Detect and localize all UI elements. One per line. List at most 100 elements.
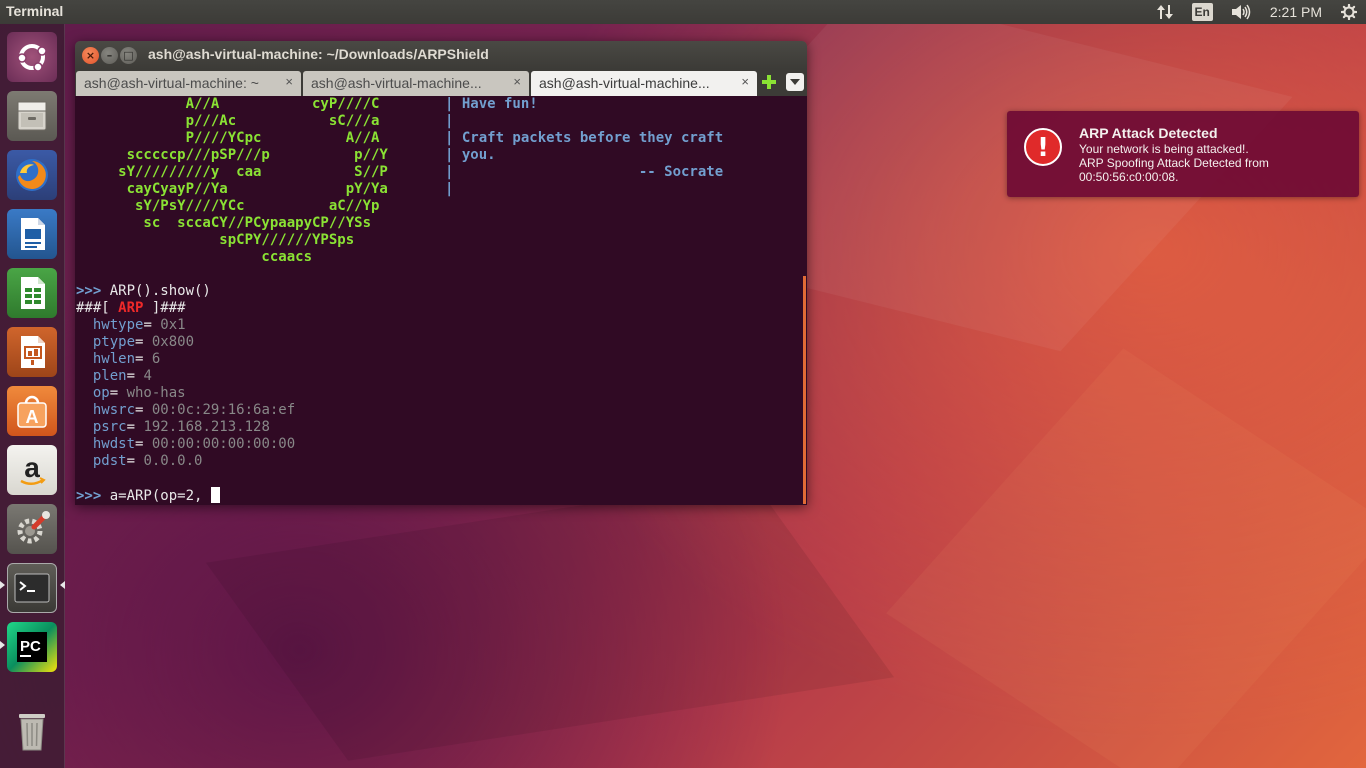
field-value: 0.0.0.0: [143, 453, 203, 469]
command-line-1: >>> ARP().show(): [76, 283, 211, 300]
arp-attack-notification: ! ARP Attack Detected Your network is be…: [1007, 111, 1359, 197]
arp-field-line: op= who-has: [76, 385, 186, 402]
banner-quote-line: | Have fun!: [445, 96, 538, 112]
volume-icon[interactable]: [1222, 0, 1260, 24]
header-suffix: ]###: [143, 300, 186, 316]
trash-icon[interactable]: [7, 707, 57, 757]
maximize-icon: □: [123, 49, 134, 62]
software-center-letter: A: [26, 407, 39, 427]
notification-body-line: ARP Spoofing Attack Detected from: [1079, 156, 1269, 170]
wallpaper-shard: [205, 479, 895, 761]
amazon-letter: a: [24, 452, 40, 483]
files-icon[interactable]: [7, 91, 57, 141]
tab-bar: ash@ash-virtual-machine: ~ × ash@ash-vir…: [75, 69, 807, 96]
banner-art-line: spCPY//////YPSps: [76, 232, 405, 248]
field-key: psrc: [92, 419, 127, 435]
field-value: 0x800: [151, 334, 195, 350]
amazon-icon[interactable]: a: [7, 445, 57, 495]
banner-art-line: sY/////////y caa S//P: [76, 164, 405, 180]
prompt: >>>: [76, 488, 110, 504]
focus-indicator: [60, 581, 65, 589]
close-icon: ×: [85, 49, 96, 62]
minimize-icon: –: [106, 49, 113, 62]
libreoffice-writer-icon[interactable]: [7, 209, 57, 259]
field-key: plen: [92, 368, 127, 384]
arp-field-line: pdst= 0.0.0.0: [76, 453, 203, 470]
keyboard-layout-indicator[interactable]: En: [1183, 0, 1222, 24]
active-app-title[interactable]: Terminal: [6, 3, 63, 19]
keyboard-layout-label: En: [1191, 3, 1213, 21]
banner-art-line: scccccp///pSP///p p//Y: [76, 147, 405, 163]
tab-label: ash@ash-virtual-machine...: [539, 75, 710, 91]
arp-field-line: plen= 4: [76, 368, 152, 385]
notification-body-line: Your network is being attacked!.: [1079, 142, 1249, 156]
running-indicator: [0, 641, 5, 649]
plus-icon: [762, 75, 776, 89]
field-value: 00:00:00:00:00:00: [151, 436, 296, 452]
libreoffice-calc-icon[interactable]: [7, 268, 57, 318]
field-value: 4: [143, 368, 152, 384]
tab-close-icon[interactable]: ×: [513, 74, 521, 89]
tab-label: ash@ash-virtual-machine...: [311, 75, 482, 91]
banner-art-line: ccaacs: [76, 249, 405, 265]
banner-quote-line: | you.: [445, 147, 496, 163]
window-maximize-button[interactable]: □: [120, 47, 137, 64]
tab-menu-button[interactable]: [786, 73, 804, 91]
field-key: op: [92, 385, 110, 401]
window-minimize-button[interactable]: –: [101, 47, 118, 64]
libreoffice-impress-icon[interactable]: [7, 327, 57, 377]
arp-field-line: ptype= 0x800: [76, 334, 194, 351]
command-input[interactable]: a=ARP(op=2,: [110, 488, 211, 504]
field-key: hwsrc: [92, 402, 136, 418]
banner-art-line: cayCyayP//Ya pY/Ya: [76, 181, 405, 197]
launcher: A a PC: [0, 24, 65, 768]
notification-body-line: 00:50:56:c0:00:08.: [1079, 170, 1179, 184]
window-close-button[interactable]: ×: [82, 47, 99, 64]
running-indicator: [0, 581, 5, 589]
field-value: 192.168.213.128: [143, 419, 270, 435]
pycharm-icon[interactable]: PC: [7, 622, 57, 672]
pycharm-letters: PC: [20, 638, 41, 655]
field-equals: =: [135, 351, 152, 367]
layer-name: ARP: [118, 300, 144, 316]
tab-close-icon[interactable]: ×: [741, 74, 749, 89]
tab-1[interactable]: ash@ash-virtual-machine: ~ ×: [76, 71, 301, 96]
arp-header-line: ###[ ARP ]###: [76, 300, 186, 317]
field-key: hwdst: [92, 436, 136, 452]
field-value: who-has: [126, 385, 186, 401]
tab-2[interactable]: ash@ash-virtual-machine... ×: [303, 71, 529, 96]
software-center-icon[interactable]: A: [7, 386, 57, 436]
tab-3-active[interactable]: ash@ash-virtual-machine... ×: [531, 71, 757, 96]
field-key: hwtype: [92, 317, 144, 333]
clock[interactable]: 2:21 PM: [1260, 0, 1332, 24]
field-equals: =: [135, 334, 152, 350]
terminal-output[interactable]: A//A cyP////C p///Ac sC///a P////YCpc A/…: [75, 96, 807, 505]
chevron-down-icon: [790, 79, 800, 85]
field-value: 0x1: [160, 317, 186, 333]
banner-art-line: P////YCpc A//A: [76, 130, 405, 146]
system-settings-gear-icon[interactable]: [1332, 0, 1366, 24]
system-settings-icon[interactable]: [7, 504, 57, 554]
field-equals: =: [143, 317, 161, 333]
tab-close-icon[interactable]: ×: [285, 74, 293, 89]
terminal-icon[interactable]: [7, 563, 57, 613]
field-key: hwlen: [92, 351, 136, 367]
notification-title: ARP Attack Detected: [1079, 125, 1218, 141]
command-text: ARP().show(): [109, 283, 211, 299]
command-line-2[interactable]: >>> a=ARP(op=2,: [76, 487, 220, 504]
tab-label: ash@ash-virtual-machine: ~: [84, 75, 259, 91]
network-updown-icon[interactable]: [1147, 0, 1183, 24]
firefox-icon[interactable]: [7, 150, 57, 200]
field-equals: =: [109, 385, 127, 401]
new-tab-button[interactable]: [760, 73, 778, 91]
field-key: ptype: [92, 334, 136, 350]
scrollbar[interactable]: [803, 276, 806, 504]
window-title: ash@ash-virtual-machine: ~/Downloads/ARP…: [148, 46, 489, 62]
ubuntu-dash-icon[interactable]: [7, 32, 57, 82]
text-cursor: [210, 487, 220, 503]
banner-quote-line: | Craft packets before they craft: [445, 130, 724, 146]
window-titlebar[interactable]: × – □ ash@ash-virtual-machine: ~/Downloa…: [75, 41, 807, 69]
